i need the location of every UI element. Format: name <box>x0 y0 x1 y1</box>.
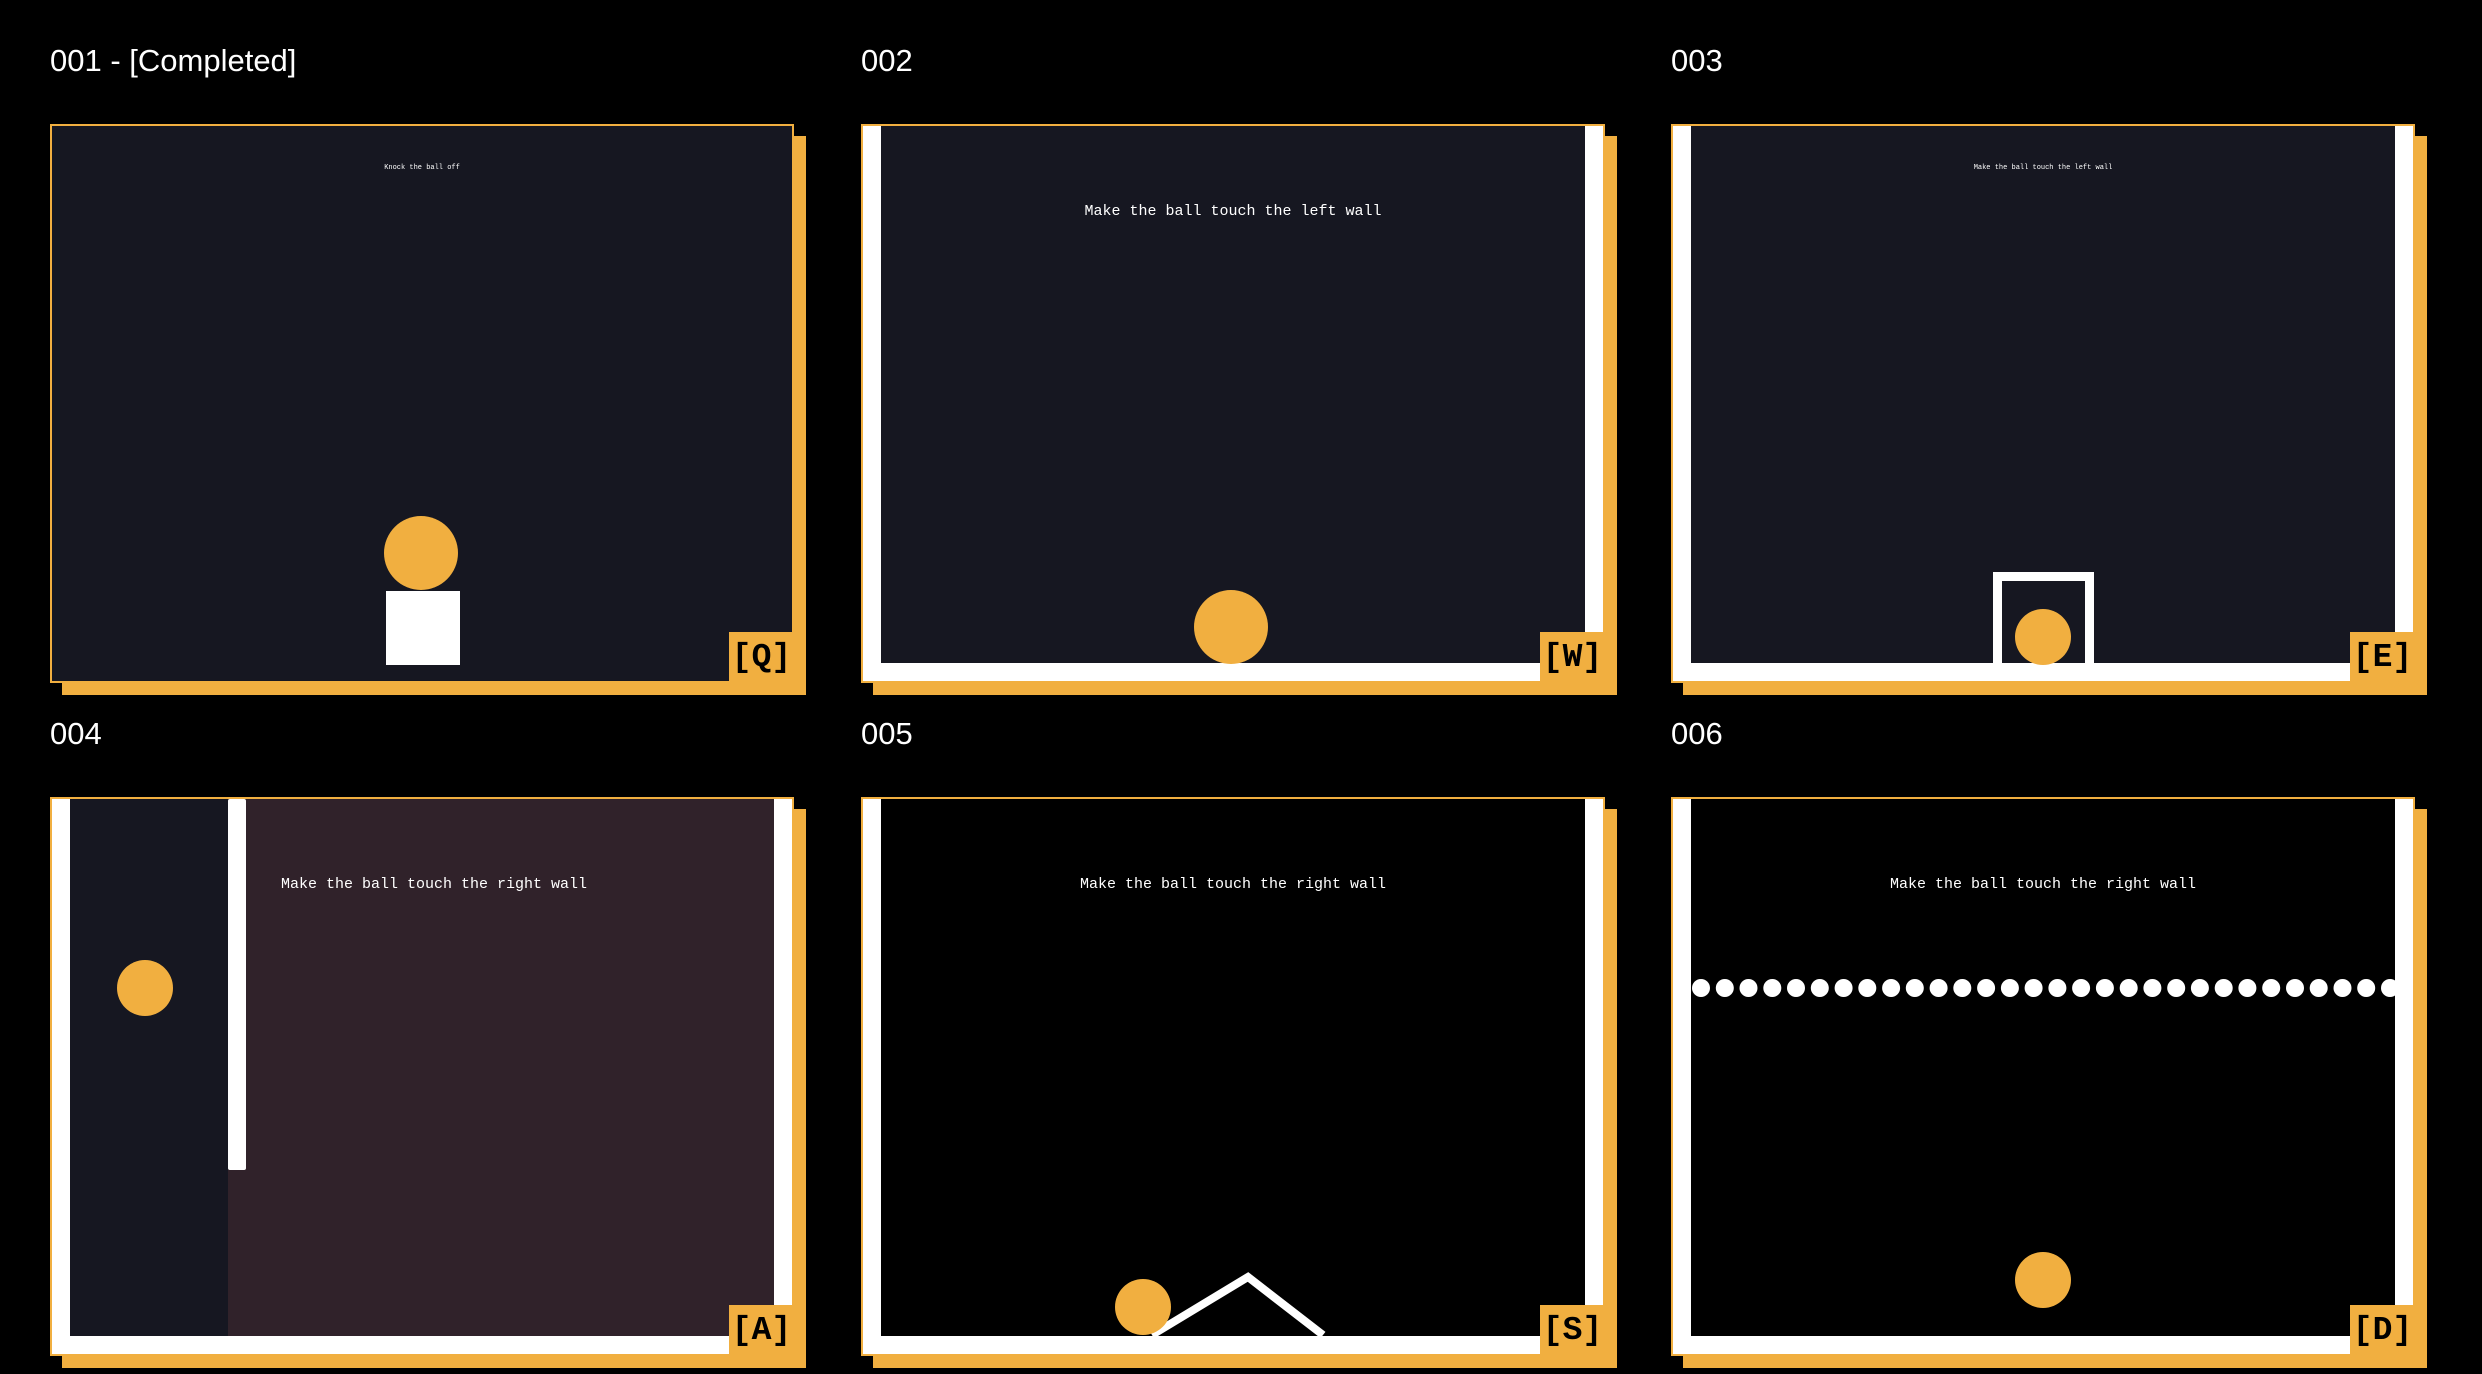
level-003[interactable]: 003 Make the ball touch the left wall [E… <box>1671 41 2429 695</box>
level-title: 002 <box>861 43 913 78</box>
scene-graphics <box>52 126 792 681</box>
right-wall <box>2395 126 2413 681</box>
hotkey-badge-s[interactable]: [S] <box>1540 1305 1603 1354</box>
goal-text: Knock the ball off <box>384 164 460 172</box>
game-scene: Make the ball touch the right wall <box>863 799 1603 1354</box>
level-title: 003 <box>1671 43 1723 78</box>
game-scene: Knock the ball off <box>52 126 792 681</box>
ball <box>1115 1279 1171 1335</box>
divider-wall <box>228 799 246 1170</box>
peg <box>2262 979 2281 997</box>
floor <box>863 663 1603 681</box>
peg <box>2286 979 2304 997</box>
peg <box>2048 979 2067 997</box>
level-preview[interactable]: Make the ball touch the left wall [W] <box>861 124 1605 683</box>
peg <box>2333 979 2352 997</box>
peg <box>1929 979 1948 997</box>
game-scene: Make the ball touch the right wall <box>1673 799 2413 1354</box>
pedestal-block <box>386 591 460 665</box>
right-wall <box>774 799 792 1354</box>
peg <box>2214 979 2233 997</box>
ball <box>117 960 173 1016</box>
level-006[interactable]: 006 Make the ball touch the right wall [… <box>1671 714 2429 1368</box>
left-wall <box>52 799 70 1354</box>
goal-text: Make the ball touch the right wall <box>281 876 588 893</box>
level-005[interactable]: 005 Make the ball touch the right wall [… <box>861 714 1619 1368</box>
peg <box>1953 979 1972 997</box>
peg <box>1882 979 1901 997</box>
ball <box>2015 609 2071 665</box>
peg <box>2000 979 2019 997</box>
peg <box>2381 979 2399 997</box>
hotkey-badge-q[interactable]: [Q] <box>729 632 792 681</box>
level-004[interactable]: 004 Make the ball touch the right wall [… <box>50 714 808 1368</box>
peg <box>1739 979 1758 997</box>
peg <box>2167 979 2186 997</box>
hotkey-badge-e[interactable]: [E] <box>2350 632 2413 681</box>
level-preview[interactable]: Make the ball touch the right wall [S] <box>861 797 1605 1356</box>
peg <box>2024 979 2043 997</box>
level-title: 001 - [Completed] <box>50 43 297 78</box>
floor <box>52 1336 792 1354</box>
peg <box>1715 979 1734 997</box>
peg <box>1787 979 1805 997</box>
scene-background-left <box>52 799 228 1354</box>
level-title: 006 <box>1671 716 1723 751</box>
level-preview[interactable]: Knock the ball off [Q] <box>50 124 794 683</box>
peg <box>2309 979 2328 997</box>
floor <box>1673 1336 2413 1354</box>
goal-text: Make the ball touch the left wall <box>1973 164 2113 172</box>
peg <box>2238 979 2257 997</box>
floor <box>1673 663 2413 681</box>
cage-left-bar <box>1993 572 2002 665</box>
peg <box>1810 979 1829 997</box>
game-scene: Make the ball touch the right wall <box>52 799 792 1354</box>
cage-right-bar <box>2085 572 2094 665</box>
goal-text: Make the ball touch the right wall <box>1889 876 2197 893</box>
peg <box>1692 979 1710 997</box>
peg <box>1763 979 1782 997</box>
peg <box>1905 979 1924 997</box>
peg <box>2095 979 2114 997</box>
ball <box>1194 590 1268 664</box>
peg <box>1858 979 1877 997</box>
level-title: 004 <box>50 716 102 751</box>
scene-background <box>1673 126 2413 681</box>
game-scene: Make the ball touch the left wall <box>1673 126 2413 681</box>
level-001[interactable]: 001 - [Completed] Knock the ball off [Q] <box>50 41 808 695</box>
level-002[interactable]: 002 Make the ball touch the left wall [W… <box>861 41 1619 695</box>
cage-top-bar <box>1993 572 2094 581</box>
goal-text: Make the ball touch the left wall <box>1084 203 1382 220</box>
peg <box>2143 979 2162 997</box>
level-title: 005 <box>861 716 913 751</box>
peg <box>2190 979 2209 997</box>
ball <box>2015 1252 2071 1308</box>
game-scene: Make the ball touch the left wall <box>863 126 1603 681</box>
peg <box>2119 979 2138 997</box>
left-wall <box>1673 126 1691 681</box>
peg <box>2357 979 2376 997</box>
peg <box>1834 979 1853 997</box>
peg <box>1977 979 1996 997</box>
hotkey-badge-d[interactable]: [D] <box>2350 1305 2413 1354</box>
level-preview[interactable]: Make the ball touch the right wall [A] <box>50 797 794 1356</box>
level-preview[interactable]: Make the ball touch the right wall [D] <box>1671 797 2415 1356</box>
level-preview[interactable]: Make the ball touch the left wall [E] <box>1671 124 2415 683</box>
peg <box>2072 979 2091 997</box>
hotkey-badge-w[interactable]: [W] <box>1540 632 1603 681</box>
goal-text: Make the ball touch the right wall <box>1079 876 1387 893</box>
ball <box>384 516 458 590</box>
floor <box>863 1336 1603 1354</box>
scene-graphics <box>1673 126 2413 681</box>
hotkey-badge-a[interactable]: [A] <box>729 1305 792 1354</box>
